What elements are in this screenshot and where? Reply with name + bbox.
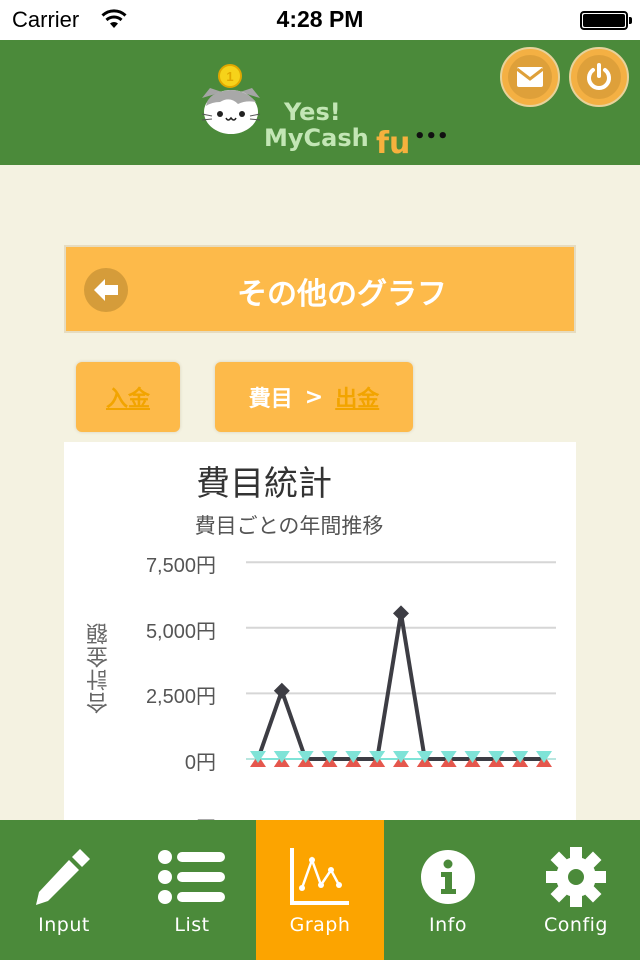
status-bar: Carrier 4:28 PM (0, 0, 640, 40)
category-breadcrumb: 費目 > 出金 (215, 362, 413, 432)
app-logo: 1 Yes! MyCash fu ••• (200, 62, 450, 161)
section-header: その他のグラフ (64, 245, 576, 333)
series-teal-point[interactable] (273, 751, 290, 763)
logo-ellipsis: ••• (414, 126, 449, 147)
power-button[interactable] (569, 47, 629, 107)
mail-button[interactable] (500, 47, 560, 107)
expense-link[interactable]: 出金 (335, 381, 379, 413)
tab-list[interactable]: List (128, 820, 256, 960)
app-header: 1 Yes! MyCash fu ••• (0, 40, 640, 165)
breadcrumb-separator: > (304, 384, 324, 410)
tab-label: Info (429, 914, 467, 936)
gear-icon (546, 847, 606, 907)
tab-graph[interactable]: Graph (256, 820, 384, 960)
info-icon (421, 850, 475, 904)
series-dark-line (256, 613, 544, 761)
tab-bar: Input List Graph Info Config (0, 820, 640, 960)
pencil-icon (36, 849, 90, 905)
logo-text-mycash: MyCash (264, 124, 369, 152)
series-dark-point[interactable] (273, 682, 290, 699)
cat-mascot-icon: 1 (201, 64, 261, 134)
tab-info[interactable]: Info (384, 820, 512, 960)
line-chart-icon (290, 848, 349, 905)
income-filter-button[interactable]: 入金 (76, 362, 180, 432)
line-chart (246, 561, 556, 767)
list-icon (158, 850, 225, 904)
envelope-icon (516, 67, 544, 87)
series-teal-point[interactable] (250, 751, 266, 763)
logo-text-fu: fu (376, 126, 411, 161)
section-title: その他のグラフ (237, 277, 447, 312)
series-dark-point[interactable] (393, 605, 409, 622)
power-icon (587, 63, 611, 90)
tab-input[interactable]: Input (0, 820, 128, 960)
tab-label: List (174, 914, 210, 936)
tab-label: Input (38, 914, 90, 936)
battery-icon (580, 11, 632, 30)
logo-text-yes: Yes! (284, 98, 341, 126)
chart-card: 費目統計 費目ごとの年間推移 合計金額 7,500円 5,000円 2,500円 0円… (64, 442, 576, 822)
tab-label: Config (544, 914, 608, 936)
tab-label: Graph (289, 914, 351, 936)
income-link[interactable]: 入金 (106, 381, 150, 413)
svg-text:1: 1 (226, 69, 233, 84)
series-teal-point[interactable] (393, 751, 409, 763)
clock: 4:28 PM (276, 6, 364, 32)
category-label: 費目 (248, 387, 293, 412)
tab-config[interactable]: Config (512, 820, 640, 960)
